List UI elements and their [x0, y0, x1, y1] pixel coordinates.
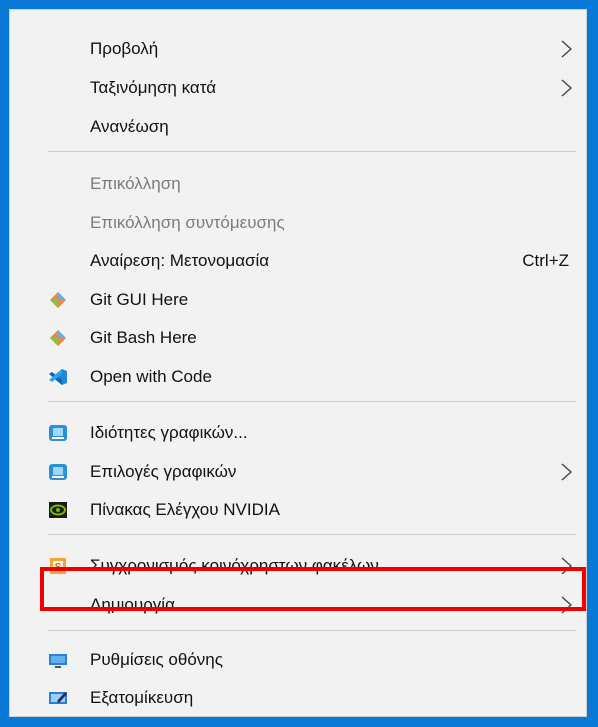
menu-item-label: Επικόλληση συντόμευσης	[90, 213, 285, 232]
menu-item-label: Git Bash Here	[90, 328, 197, 347]
monitor-icon	[49, 654, 67, 668]
menu-item-refresh[interactable]: Ανανέωση	[10, 110, 586, 144]
menu-item-git-bash-here[interactable]: Git Bash Here	[10, 321, 586, 355]
menu-item-label: Επιλογές γραφικών	[90, 462, 237, 481]
menu-item-label: Αναίρεση: Μετονομασία	[90, 251, 270, 270]
menu-item-label: Ταξινόμηση κατά	[90, 78, 217, 97]
git-diamond-icon	[50, 330, 66, 346]
nvidia-icon	[49, 502, 67, 518]
menu-item-shortcut: Ctrl+Z	[522, 251, 569, 270]
menu-item-display-settings[interactable]: Ρυθμίσεις οθόνης	[10, 643, 586, 677]
menu-item-label: Ανανέωση	[90, 117, 169, 136]
separator	[48, 401, 576, 402]
vscode-icon	[49, 369, 67, 385]
menu-item-git-gui-here[interactable]: Git GUI Here	[10, 283, 586, 317]
menu-item-undo-rename[interactable]: Αναίρεση: Μετονομασία Ctrl+Z	[10, 244, 586, 278]
intel-graphics-icon	[49, 425, 67, 441]
personalize-icon	[49, 692, 67, 704]
intel-graphics-icon	[49, 464, 67, 480]
separator	[48, 630, 576, 631]
separator	[48, 534, 576, 535]
menu-item-label: Ιδιότητες γραφικών...	[90, 423, 248, 442]
menu-item-label: Εξατομίκευση	[90, 688, 194, 707]
menu-item-label: Πίνακας Ελέγχου NVIDIA	[90, 500, 280, 519]
menu-item-paste-shortcut[interactable]: Επικόλληση συντόμευσης	[10, 206, 586, 240]
menu-item-paste[interactable]: Επικόλληση	[10, 167, 586, 201]
menu-item-label: Επικόλληση	[90, 174, 181, 193]
menu-item-label: Open with Code	[90, 367, 212, 386]
menu-item-graphics-options[interactable]: Επιλογές γραφικών	[10, 455, 586, 489]
menu-item-label: Git GUI Here	[90, 290, 189, 309]
menu-item-sort-by[interactable]: Ταξινόμηση κατά	[10, 71, 586, 105]
git-diamond-icon	[50, 292, 66, 308]
menu-item-graphics-properties[interactable]: Ιδιότητες γραφικών...	[10, 416, 586, 450]
menu-item-label: Προβολή	[90, 39, 159, 58]
chevron-right-icon	[561, 79, 572, 97]
chevron-right-icon	[561, 463, 572, 481]
menu-item-personalize[interactable]: Εξατομίκευση	[10, 681, 586, 715]
menu-item-nvidia-control-panel[interactable]: Πίνακας Ελέγχου NVIDIA	[10, 493, 586, 527]
menu-item-open-with-code[interactable]: Open with Code	[10, 360, 586, 394]
separator	[48, 151, 576, 152]
menu-item-label: Ρυθμίσεις οθόνης	[90, 650, 223, 669]
menu-item-view[interactable]: Προβολή	[10, 32, 586, 66]
highlight-box	[40, 567, 586, 611]
chevron-right-icon	[561, 40, 572, 58]
